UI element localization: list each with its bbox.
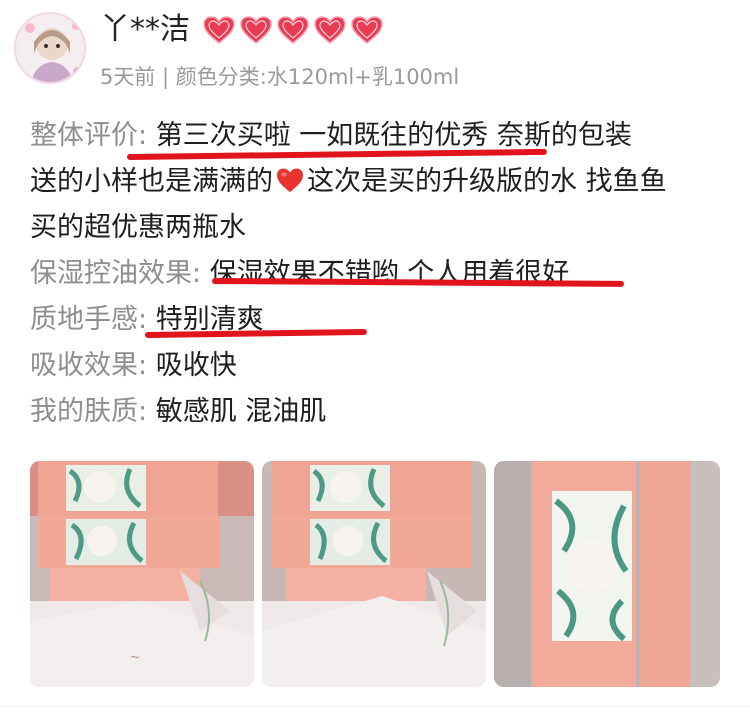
- product-bottles-image: [494, 461, 720, 687]
- absorption-label: 吸收效果:: [30, 350, 148, 381]
- moisture-review: 保湿控油效果: 保湿效果不错哟 个人用着很好: [30, 251, 730, 297]
- level-heart-icon: [277, 16, 309, 44]
- review-photo[interactable]: ~: [30, 461, 254, 687]
- review-photos: ~: [30, 461, 720, 687]
- level-heart-icon: [240, 16, 272, 44]
- skin-type-review: 我的肤质: 敏感肌 混油肌: [30, 389, 730, 435]
- username[interactable]: 丫**洁: [100, 10, 190, 50]
- texture-label: 质地手感:: [30, 304, 148, 335]
- level-heart-icon: [314, 16, 346, 44]
- level-heart-icon: [351, 16, 383, 44]
- overall-review-text-2b: 这次是买的升级版的水 找鱼鱼: [307, 166, 667, 197]
- review-photo[interactable]: [494, 461, 720, 687]
- review-photo[interactable]: [262, 461, 486, 687]
- review-meta: 5天前 | 颜色分类:水120ml+乳100ml: [100, 65, 460, 89]
- moisture-label: 保湿控油效果:: [30, 258, 202, 289]
- product-boxes-image: [262, 461, 486, 687]
- overall-review-text: 第三次买啦 一如既往的优秀 奈斯的包装: [155, 120, 632, 151]
- texture-review: 质地手感: 特别清爽: [30, 297, 730, 343]
- overall-review-line-3: 买的超优惠两瓶水: [30, 205, 730, 251]
- divider: [0, 706, 750, 707]
- heart-emoji-icon: [277, 168, 303, 192]
- overall-review-line-2: 送的小样也是满满的 这次是买的升级版的水 找鱼鱼: [30, 159, 730, 205]
- avatar[interactable]: [14, 12, 86, 84]
- review-body: 整体评价: 第三次买啦 一如既往的优秀 奈斯的包装 送的小样也是满满的 这次是买的…: [30, 113, 730, 435]
- absorption-review: 吸收效果: 吸收快: [30, 343, 730, 389]
- skin-type-label: 我的肤质:: [30, 396, 148, 427]
- user-level-hearts: [202, 15, 384, 45]
- svg-text:~: ~: [130, 650, 140, 664]
- product-boxes-image: ~: [30, 461, 254, 687]
- level-heart-icon: [203, 16, 235, 44]
- overall-review-label: 整体评价:: [30, 120, 148, 151]
- absorption-value: 吸收快: [155, 350, 237, 381]
- skin-type-value: 敏感肌 混油肌: [155, 396, 327, 427]
- avatar-image: [16, 14, 84, 82]
- overall-review-text-2a: 送的小样也是满满的: [30, 166, 273, 197]
- overall-review-text-3: 买的超优惠两瓶水: [30, 212, 246, 243]
